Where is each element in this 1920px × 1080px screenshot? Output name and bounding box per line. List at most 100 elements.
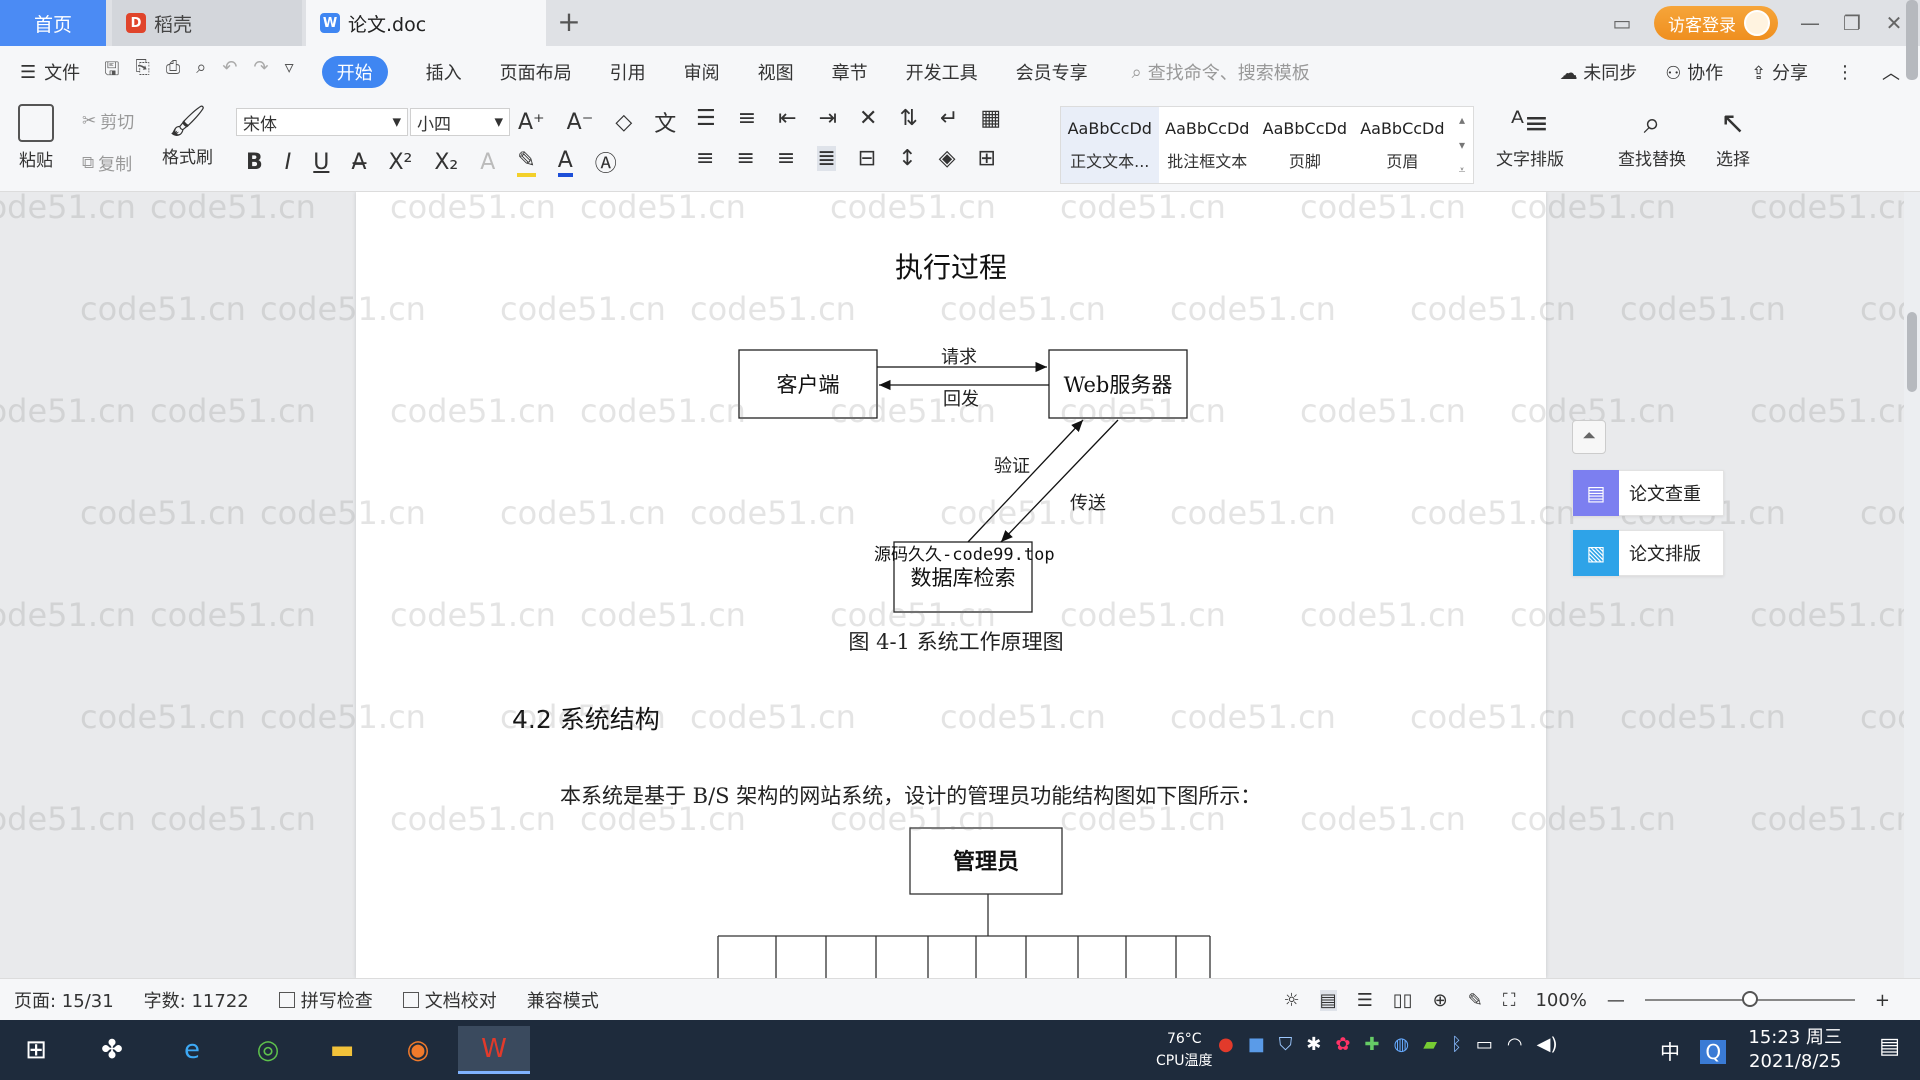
borders-icon[interactable]: ⊞ [978, 146, 996, 171]
subscript-icon[interactable]: X₂ [434, 150, 458, 175]
input-language[interactable]: 中 Q [1660, 1036, 1727, 1065]
command-search[interactable]: ⌕ 查找命令、搜索模板 [1132, 59, 1310, 85]
text-effect-icon[interactable]: A [480, 150, 495, 175]
tab-document[interactable]: W 论文.doc [306, 0, 546, 46]
line-spacing-icon[interactable]: ↕ [898, 146, 916, 171]
proofread-button[interactable]: 文档校对 [402, 987, 497, 1013]
share-button[interactable]: ⇪ 分享 [1751, 59, 1808, 85]
underline-icon[interactable]: U [313, 150, 329, 175]
align-right-icon[interactable]: ≡ [777, 146, 795, 171]
volume-icon[interactable]: ◀) [1537, 1034, 1558, 1055]
shrink-font-icon[interactable]: A⁻ [567, 110, 594, 135]
tray-app-icon[interactable]: ◍ [1394, 1034, 1410, 1055]
clear-format-icon[interactable]: ◇ [615, 110, 632, 135]
page-indicator[interactable]: 页面: 15/31 [14, 987, 114, 1013]
browser-360-icon[interactable]: ◎ [244, 1026, 292, 1074]
customize-icon[interactable]: ▿ [285, 57, 294, 87]
tray-app-icon[interactable]: ✚ [1364, 1034, 1379, 1055]
strikethrough-icon[interactable]: A̶ [351, 150, 366, 175]
highlight-icon[interactable]: ✎ [517, 148, 536, 177]
tray-app-icon[interactable]: ■ [1248, 1034, 1265, 1055]
web-view-icon[interactable]: ⊕ [1433, 990, 1448, 1011]
style-footer[interactable]: AaBbCcDd 页脚 [1256, 107, 1354, 183]
cut-button[interactable]: ✂ 剪切 [82, 108, 134, 134]
font-size-select[interactable]: 小四 ▾ [410, 108, 510, 136]
redo-icon[interactable]: ↷ [253, 57, 268, 87]
sync-button[interactable]: ☁ 未同步 [1560, 59, 1638, 85]
justify-icon[interactable]: ≣ [817, 146, 836, 171]
align-left-icon[interactable]: ≡ [696, 146, 714, 171]
word-count[interactable]: 字数: 11722 [144, 987, 249, 1013]
shading-icon[interactable]: ◈ [939, 146, 956, 171]
spell-check-button[interactable]: 拼写检查 [278, 987, 373, 1013]
style-gallery-scroll[interactable]: ▴ ▾ ⩡ [1451, 107, 1473, 183]
tab-view[interactable]: 视图 [758, 59, 794, 85]
select-button[interactable]: ↖ 选择 [1716, 106, 1750, 170]
fan-app-icon[interactable]: ✤ [88, 1026, 136, 1074]
file-explorer-icon[interactable]: ▬ [318, 1026, 366, 1074]
font-color-icon[interactable]: A [557, 148, 573, 177]
increase-indent-icon[interactable]: ⇥ [819, 106, 837, 131]
format-painter-button[interactable]: 🖌 格式刷 [162, 104, 213, 168]
tray-app-icon[interactable]: ● [1218, 1034, 1234, 1055]
collapse-panel-button[interactable]: ⏶ [1572, 420, 1606, 454]
zoom-slider-knob[interactable] [1741, 991, 1758, 1007]
restore-button[interactable]: ❐ [1842, 11, 1862, 35]
eye-protection-icon[interactable]: ☼ [1284, 990, 1300, 1011]
align-center-icon[interactable]: ≡ [736, 146, 754, 171]
shield-icon[interactable]: ⛉ [1279, 1034, 1293, 1055]
tab-chapter[interactable]: 章节 [832, 59, 868, 85]
collapse-ribbon-icon[interactable]: ︿ [1882, 59, 1900, 85]
bullet-list-icon[interactable]: ☰ [696, 106, 716, 131]
decrease-indent-icon[interactable]: ⇤ [778, 106, 796, 131]
copy-button[interactable]: ⧉ 复制 [82, 150, 132, 176]
layout-icon[interactable]: ▭ [1612, 11, 1632, 35]
close-button[interactable]: ✕ [1884, 11, 1904, 35]
nvidia-icon[interactable]: ▰ [1423, 1034, 1437, 1055]
battery-icon[interactable]: ▭ [1476, 1034, 1493, 1055]
tab-page-layout[interactable]: 页面布局 [500, 59, 572, 85]
grow-font-icon[interactable]: A⁺ [518, 110, 545, 135]
export-icon[interactable]: ⎘ [135, 57, 149, 87]
style-comment[interactable]: AaBbCcDd 批注框文本 [1159, 107, 1257, 183]
scrollbar-thumb[interactable] [1907, 312, 1917, 392]
bluetooth-icon[interactable]: ᛒ [1451, 1034, 1462, 1055]
write-mode-icon[interactable]: ✎ [1468, 990, 1483, 1011]
superscript-icon[interactable]: X² [388, 150, 412, 175]
char-border-icon[interactable]: Ⓐ [595, 146, 617, 178]
ribbon-scrollbar-thumb[interactable] [1906, 0, 1918, 80]
zoom-slider[interactable] [1644, 991, 1855, 1007]
font-name-select[interactable]: 宋体 ▾ [236, 108, 408, 136]
paste-button[interactable]: 粘贴 [18, 104, 54, 171]
tab-daoke[interactable]: D 稻壳 [112, 0, 302, 46]
undo-icon[interactable]: ↶ [222, 57, 237, 87]
zoom-out-button[interactable]: — [1607, 990, 1625, 1011]
document-page[interactable]: 执行过程 客户端 Web服务器 数据库检索 请求 回发 验证 传送 管理员 源码… [356, 192, 1546, 978]
tray-app-icon[interactable]: ✱ [1306, 1034, 1321, 1055]
print-icon[interactable]: ⎙ [166, 57, 180, 87]
windows-start-icon[interactable]: ⊞ [12, 1026, 60, 1074]
tab-home[interactable]: 首页 [0, 0, 106, 46]
read-view-icon[interactable]: ▯▯ [1393, 990, 1413, 1011]
sort-icon[interactable]: ⇅ [899, 106, 917, 131]
tab-member[interactable]: 会员专享 [1016, 59, 1088, 85]
minimize-button[interactable]: — [1800, 11, 1820, 35]
tab-insert[interactable]: 插入 [426, 59, 462, 85]
ie-browser-icon[interactable]: e [168, 1026, 216, 1074]
more-icon[interactable]: ⋮ [1836, 62, 1854, 83]
media-player-icon[interactable]: ◉ [394, 1026, 442, 1074]
tab-review[interactable]: 审阅 [684, 59, 720, 85]
style-header[interactable]: AaBbCcDd 页眉 [1354, 107, 1452, 183]
collab-button[interactable]: ⚇ 协作 [1665, 59, 1723, 85]
print-preview-icon[interactable]: ⌕ [196, 57, 206, 87]
outline-view-icon[interactable]: ☰ [1357, 990, 1373, 1011]
wps-taskbar-icon[interactable]: W [458, 1026, 530, 1074]
vertical-scrollbar[interactable] [1904, 192, 1920, 978]
paper-layout-button[interactable]: ▧ 论文排版 [1572, 530, 1724, 576]
guest-login-button[interactable]: 访客登录 [1654, 6, 1778, 40]
file-menu[interactable]: ☰ 文件 [20, 59, 80, 85]
save-icon[interactable]: 🖫 [104, 57, 119, 87]
taskbar-clock[interactable]: 15:23 周三 2021/8/25 [1748, 1026, 1842, 1074]
wifi-icon[interactable]: ◠ [1507, 1034, 1523, 1055]
show-marks-icon[interactable]: ↵ [940, 106, 958, 131]
